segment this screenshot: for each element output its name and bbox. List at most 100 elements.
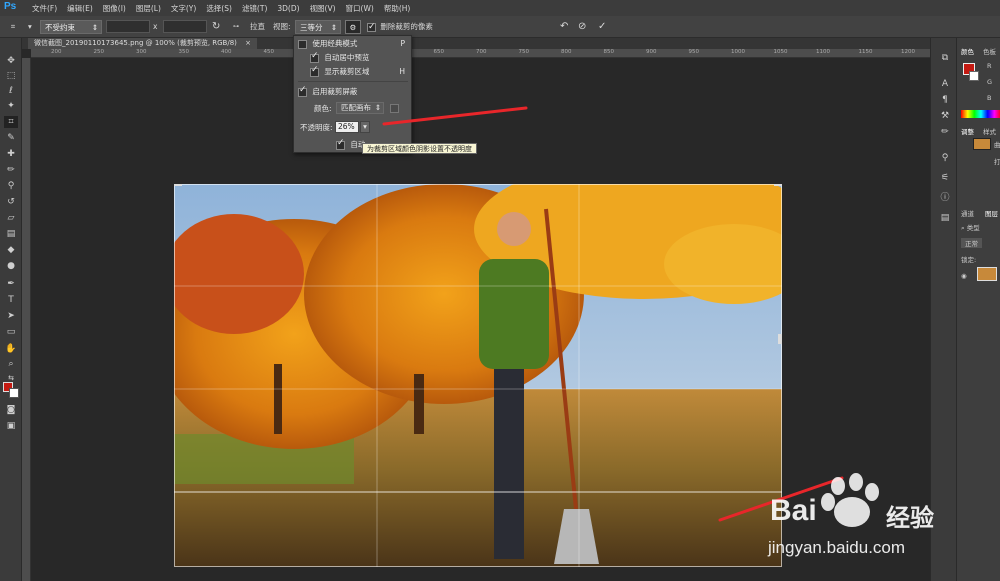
auto-center-row[interactable]: 自动居中预览 (310, 51, 369, 63)
clone-source-icon[interactable]: ⚲ (938, 152, 952, 164)
baidu-brand-text: Bai (770, 494, 817, 527)
ruler-tick-label: 750 (518, 49, 530, 55)
close-tab-icon[interactable]: × (245, 39, 251, 47)
eye-icon[interactable]: ◉ (961, 272, 967, 280)
auto-adjust-checkbox[interactable] (336, 138, 345, 150)
properties-panel-icon[interactable]: ⚟ (938, 172, 952, 184)
ruler-tick-label: 800 (561, 49, 572, 55)
gear-icon[interactable]: ⚙ (345, 20, 361, 34)
background-color-swatch[interactable] (9, 388, 19, 398)
magic-wand-icon[interactable]: ✦ (4, 100, 18, 112)
tab-adjustments[interactable]: 调整 (961, 126, 974, 136)
type-tool-icon[interactable]: T (4, 294, 18, 306)
classic-mode-checkbox[interactable] (298, 39, 307, 49)
adjustment-thumbnail[interactable] (973, 138, 991, 150)
brush-panel-icon[interactable]: ✏ (938, 126, 952, 138)
reset-icon[interactable]: ↶ (560, 20, 572, 34)
baidu-jingyan-text: 经验 (886, 504, 934, 532)
crop-handle[interactable] (778, 334, 782, 344)
tab-layers[interactable]: 图层 (985, 208, 998, 218)
tool-presets-icon[interactable]: ⚒ (938, 110, 952, 122)
menu-help[interactable]: 帮助(H) (384, 3, 411, 14)
menu-view[interactable]: 视图(V) (310, 3, 336, 14)
crop-tool-icon[interactable]: ⌗ (6, 20, 20, 34)
opacity-input[interactable]: 26% (335, 121, 359, 133)
show-cropped-row[interactable]: 显示裁剪区域 (310, 65, 369, 77)
eraser-icon[interactable]: ▱ (4, 212, 18, 224)
menu-image[interactable]: 图像(I) (103, 3, 126, 14)
enable-shield-row[interactable]: 启用裁剪屏蔽 (298, 85, 357, 97)
shield-color-label: 颜色: (314, 104, 332, 113)
pen-tool-icon[interactable]: ✒ (4, 278, 18, 290)
clone-stamp-icon[interactable]: ⚲ (4, 180, 18, 192)
rectangle-tool-icon[interactable]: ▭ (4, 326, 18, 338)
menu-filter[interactable]: 滤镜(T) (242, 3, 267, 14)
cancel-icon[interactable]: ⊘ (578, 20, 590, 34)
gradient-tool-icon[interactable]: ▤ (4, 228, 18, 240)
autumn-photo[interactable] (174, 184, 782, 567)
enable-shield-checkbox[interactable] (298, 85, 307, 97)
crop-handle[interactable] (774, 184, 782, 186)
layer-thumbnail[interactable] (977, 267, 997, 281)
swap-x-label[interactable]: x (153, 20, 161, 34)
commit-check-icon[interactable]: ✓ (598, 20, 610, 34)
auto-adjust-row[interactable]: 自动 (336, 138, 365, 150)
delete-pixels-checkbox[interactable] (367, 20, 376, 34)
menu-edit[interactable]: 编辑(E) (67, 3, 93, 14)
shield-color-select[interactable]: 匹配画布 ⇕ (336, 102, 384, 114)
tab-channels[interactable]: 通道 (961, 208, 974, 218)
history-panel-icon[interactable]: ⧉ (938, 52, 952, 64)
tab-color[interactable]: 颜色 (961, 46, 974, 56)
menu-select[interactable]: 选择(S) (206, 3, 232, 14)
paragraph-panel-icon[interactable]: ¶ (938, 94, 952, 106)
height-field[interactable] (163, 20, 207, 33)
hand-tool-icon[interactable]: ✋ (4, 343, 18, 355)
healing-brush-icon[interactable]: ✚ (4, 148, 18, 160)
crop-handle[interactable] (174, 184, 182, 186)
brush-tool-icon[interactable]: ✏ (4, 164, 18, 176)
dodge-tool-icon[interactable]: ● (4, 260, 18, 272)
panel-background-swatch[interactable] (969, 71, 979, 81)
eyedropper-icon[interactable]: ✎ (4, 132, 18, 144)
menu-window[interactable]: 窗口(W) (346, 3, 374, 14)
menu-file[interactable]: 文件(F) (32, 3, 57, 14)
path-select-icon[interactable]: ➤ (4, 310, 18, 322)
tab-styles[interactable]: 样式 (983, 126, 996, 136)
menu-3d[interactable]: 3D(D) (277, 4, 299, 13)
width-field[interactable] (106, 20, 150, 33)
character-panel-icon[interactable]: A (938, 78, 952, 90)
straighten-icon[interactable]: ⊶ (233, 20, 247, 34)
view-select[interactable]: 三等分 ⇕ (295, 20, 341, 34)
preset-chevron-icon[interactable]: ▾ (28, 20, 34, 34)
info-panel-icon[interactable]: ⓘ (938, 192, 952, 204)
tab-swatches[interactable]: 色板 (983, 46, 996, 56)
show-cropped-checkbox[interactable] (310, 65, 319, 77)
ruler-tick-label: 1200 (901, 49, 915, 55)
quick-mask-icon[interactable]: ◙ (4, 404, 18, 416)
auto-center-checkbox[interactable] (310, 51, 319, 63)
notes-panel-icon[interactable]: ▤ (938, 212, 952, 224)
marquee-tool-icon[interactable]: ⬚ (4, 70, 18, 82)
menu-type[interactable]: 文字(Y) (171, 3, 196, 14)
clear-rotate-icon[interactable]: ↻ (212, 20, 224, 34)
move-tool-icon[interactable]: ✥ (4, 55, 18, 67)
classic-mode-row[interactable]: 使用经典模式 (298, 38, 357, 49)
layer-kind-filter[interactable]: ⌕ 类型 (961, 222, 980, 233)
lasso-tool-icon[interactable]: ℓ (4, 85, 18, 97)
shield-color-swatch[interactable] (390, 104, 399, 113)
opacity-slider-toggle-icon[interactable]: ▾ (360, 121, 370, 133)
zoom-tool-icon[interactable]: ⌕ (4, 358, 18, 370)
menu-bar: Ps 文件(F) 编辑(E) 图像(I) 图层(L) 文字(Y) 选择(S) 滤… (0, 0, 1000, 16)
ratio-select[interactable]: 不受约束 ⇕ (40, 20, 102, 34)
delete-pixels-checkbox-row[interactable]: 删除裁剪的像素 (367, 20, 433, 34)
blend-mode-select[interactable]: 正常 (961, 238, 982, 248)
document-tab[interactable]: 微信截图_20190110173645.png @ 100% (裁剪预览, RG… (28, 38, 258, 49)
adjustment-label-2: 打 (994, 158, 1000, 166)
color-spectrum[interactable] (961, 110, 1000, 118)
screen-mode-icon[interactable]: ▣ (4, 420, 18, 432)
menu-layer[interactable]: 图层(L) (136, 3, 161, 14)
blur-tool-icon[interactable]: ◆ (4, 244, 18, 256)
straighten-label[interactable]: 拉直 (250, 20, 265, 34)
crop-tool-active-icon[interactable]: ⌗ (4, 116, 18, 128)
history-brush-icon[interactable]: ↺ (4, 196, 18, 208)
